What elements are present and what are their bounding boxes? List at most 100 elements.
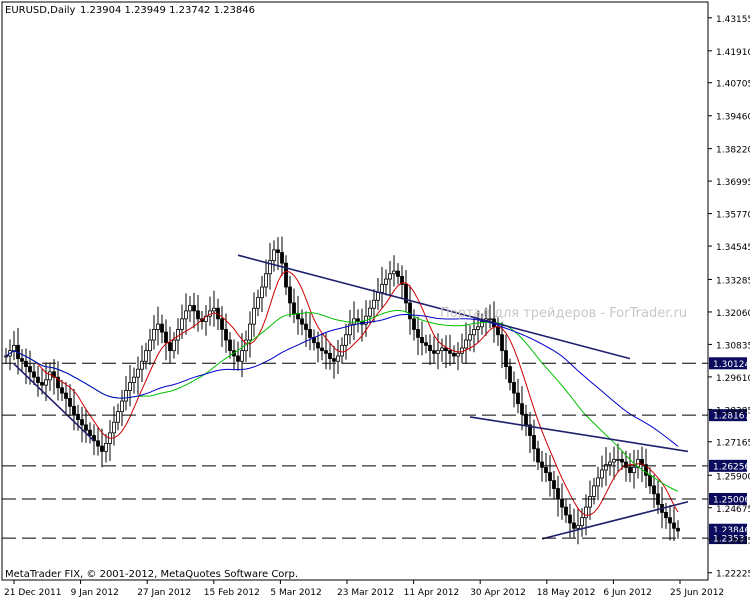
y-tick-label: 1.39460 bbox=[716, 113, 750, 123]
candle-body bbox=[96, 440, 100, 447]
candle-body bbox=[132, 376, 136, 383]
x-tick-label: 25 Jun 2012 bbox=[670, 588, 724, 598]
candle-body bbox=[512, 382, 516, 394]
symbol-timeframe: EURUSD,Daily bbox=[5, 5, 76, 16]
candle-body bbox=[472, 329, 476, 336]
candle-body bbox=[304, 323, 308, 330]
candle-body bbox=[128, 382, 132, 391]
candle-body bbox=[84, 424, 88, 431]
candle-body bbox=[272, 249, 276, 261]
candle-body bbox=[240, 350, 244, 362]
y-tick-label: 1.27165 bbox=[716, 439, 750, 449]
candle-body bbox=[592, 485, 596, 497]
candle-body bbox=[292, 302, 296, 314]
y-tick-label: 1.36995 bbox=[716, 178, 750, 188]
candle-body bbox=[136, 368, 140, 378]
candle-body bbox=[336, 355, 340, 362]
price-chart[interactable]: 1.30124 1.28167 1.26256 1.25006 1.23846 1.235… bbox=[0, 0, 750, 600]
candle-body bbox=[452, 352, 456, 357]
candle-body bbox=[424, 342, 428, 346]
candle-body bbox=[416, 329, 420, 338]
candle-body bbox=[24, 360, 28, 367]
candle-body bbox=[316, 342, 320, 349]
candle-body bbox=[564, 506, 568, 516]
candle-body bbox=[164, 331, 168, 344]
candle-body bbox=[152, 329, 156, 341]
candle-body bbox=[288, 286, 292, 304]
candle-body bbox=[184, 310, 188, 320]
candle-body bbox=[408, 302, 412, 320]
candle-body bbox=[556, 488, 560, 500]
candle-body bbox=[568, 514, 572, 524]
candle-body bbox=[664, 511, 668, 519]
candle-body bbox=[444, 347, 448, 352]
candle-body bbox=[340, 344, 344, 357]
candle-body bbox=[212, 307, 216, 312]
candle-body bbox=[540, 461, 544, 468]
candle-body bbox=[328, 352, 332, 360]
x-tick-label: 27 Jan 2012 bbox=[137, 588, 191, 598]
candle-body bbox=[632, 466, 636, 474]
y-tick-label: 1.24675 bbox=[716, 505, 750, 515]
ohlc-values: 1.23904 1.23949 1.23742 1.23846 bbox=[80, 5, 255, 16]
candle-body bbox=[460, 347, 464, 354]
y-tick-label: 1.43155 bbox=[716, 15, 750, 25]
candle-body bbox=[320, 347, 324, 352]
candle-body bbox=[72, 405, 76, 415]
candle-body bbox=[384, 278, 388, 285]
candle-body bbox=[256, 297, 260, 309]
candle-body bbox=[668, 517, 672, 524]
x-tick-label: 5 Mar 2012 bbox=[270, 588, 321, 598]
candle-body bbox=[420, 336, 424, 344]
candle-body bbox=[456, 352, 460, 357]
candle-body bbox=[672, 522, 676, 529]
candle-body bbox=[376, 291, 380, 301]
x-tick-label: 18 May 2012 bbox=[537, 588, 596, 598]
candle-body bbox=[228, 339, 232, 352]
y-tick-label: 1.33285 bbox=[716, 276, 750, 286]
candle-body bbox=[536, 448, 540, 463]
candle-body bbox=[524, 413, 528, 426]
candle-body bbox=[60, 387, 64, 394]
candle-body bbox=[552, 480, 556, 489]
candle-body bbox=[372, 299, 376, 309]
y-tick-label: 1.35770 bbox=[716, 211, 750, 221]
candle-body bbox=[20, 358, 24, 362]
candle-body bbox=[516, 392, 520, 405]
candle-body bbox=[588, 496, 592, 508]
candle-body bbox=[504, 350, 508, 367]
candle-body bbox=[616, 458, 620, 461]
chart-header: EURUSD,Daily 1.23904 1.23949 1.23742 1.2… bbox=[5, 5, 255, 16]
candle-body bbox=[448, 350, 452, 354]
candle-body bbox=[432, 350, 436, 354]
y-tick-label: 1.25900 bbox=[716, 472, 750, 482]
candle-body bbox=[80, 419, 84, 426]
candle-body bbox=[76, 413, 80, 420]
candle-body bbox=[356, 318, 360, 322]
candle-body bbox=[104, 443, 108, 452]
candle-body bbox=[332, 358, 336, 362]
x-tick-label: 30 Apr 2012 bbox=[470, 588, 526, 598]
candle-body bbox=[584, 506, 588, 519]
watermark: Портал для трейдеров - ForTrader.ru bbox=[440, 306, 687, 321]
y-tick-label: 1.32060 bbox=[716, 309, 750, 319]
candle-body bbox=[396, 270, 400, 277]
candle-body bbox=[116, 411, 120, 423]
candle-body bbox=[532, 435, 536, 450]
candle-body bbox=[652, 485, 656, 495]
candle-body bbox=[436, 350, 440, 354]
candle-body bbox=[276, 249, 280, 253]
candle-body bbox=[308, 329, 312, 338]
candle-body bbox=[268, 260, 272, 275]
x-tick-label: 11 Apr 2012 bbox=[404, 588, 460, 598]
candle-body bbox=[608, 461, 612, 466]
chart-svg[interactable]: 1.301241.281671.262561.250061.238461.235… bbox=[0, 0, 750, 600]
candle-body bbox=[508, 366, 512, 383]
candle-body bbox=[500, 334, 504, 352]
candle-body bbox=[224, 329, 228, 341]
candle-body bbox=[368, 307, 372, 317]
plot-frame bbox=[1, 1, 709, 581]
candle-body bbox=[260, 286, 264, 299]
candle-body bbox=[380, 283, 384, 293]
candle-body bbox=[196, 310, 200, 320]
